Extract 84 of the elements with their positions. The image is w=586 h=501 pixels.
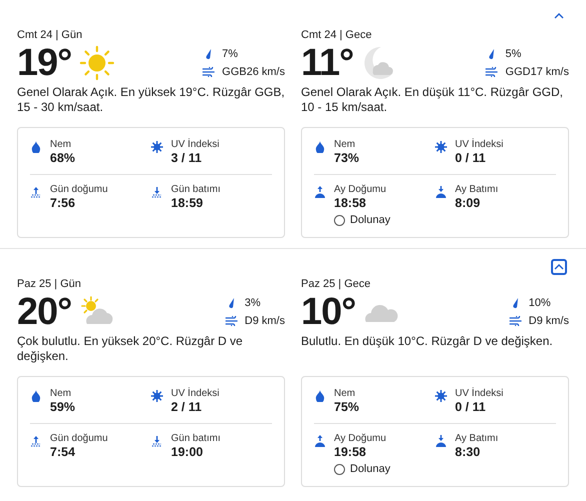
detail-label: Gün batımı	[171, 183, 220, 196]
moon-phase-icon	[334, 464, 345, 474]
sun-icon	[151, 390, 163, 402]
wind-icon	[485, 67, 498, 77]
raindrop-icon	[228, 298, 235, 308]
detail-value: 73%	[334, 151, 360, 166]
forecast-description: Genel Olarak Açık. En yüksek 19°C. Rüzgâr GGB, 15 - 30 km/saat.	[17, 85, 285, 115]
detail-label: Ay Doğumu	[334, 432, 386, 445]
period-heading: Cmt 24 | Gece	[301, 28, 373, 42]
detail-label: Nem	[334, 387, 356, 400]
precipitation-value: 3%	[244, 296, 261, 310]
raindrop-icon	[512, 298, 519, 308]
wind-icon	[508, 316, 522, 326]
period-heading: Paz 25 | Gece	[301, 277, 372, 291]
drop-icon	[315, 390, 325, 402]
detail-value: 8:09	[455, 196, 482, 211]
drop-icon	[315, 141, 325, 153]
detail-value: 59%	[50, 400, 76, 415]
detail-value: 0 / 11	[455, 400, 487, 415]
detail-label: Nem	[50, 387, 72, 400]
wind-value: GGD17 km/s	[505, 66, 569, 78]
detail-label: Ay Batımı	[455, 183, 498, 196]
detail-label: Nem	[50, 138, 72, 151]
detail-value: 19:58	[334, 445, 367, 460]
detail-label: UV İndeksi	[171, 138, 220, 151]
sun-icon	[79, 45, 116, 81]
chevron-up-icon	[554, 264, 564, 270]
detail-label: Ay Batımı	[455, 432, 498, 445]
wind-value: GGB26 km/s	[222, 66, 285, 78]
sun-icon	[435, 141, 447, 153]
detail-label: UV İndeksi	[455, 387, 504, 400]
moonset-icon	[435, 186, 447, 198]
detail-label: Gün doğumu	[50, 183, 108, 196]
forecast-description: Bulutlu. En düşük 10°C. Rüzgâr D ve değişken.	[301, 334, 554, 350]
chevron-up-icon	[554, 13, 564, 19]
moonrise-icon	[314, 435, 326, 447]
drop-icon	[31, 141, 41, 153]
sun-icon	[151, 141, 163, 153]
forecast-description: Genel Olarak Açık. En düşük 11°C. Rüzgâr GGD, 10 - 15 km/saat.	[301, 85, 564, 115]
detail-value: 7:54	[50, 445, 76, 460]
detail-value: 0 / 11	[455, 151, 487, 166]
wind-value: D9 km/s	[528, 314, 569, 328]
sunset-icon	[151, 435, 163, 447]
forecast-description: Çok bulutlu. En yüksek 20°C. Rüzgâr D ve değişken.	[17, 334, 244, 364]
detail-value: 19:00	[171, 445, 204, 460]
period-heading: Cmt 24 | Gün	[17, 28, 84, 42]
detail-label: Nem	[334, 138, 356, 151]
detail-value: 75%	[334, 400, 360, 415]
detail-value: 2 / 11	[171, 400, 203, 415]
detail-value: 68%	[50, 151, 76, 166]
wind-icon	[202, 67, 216, 77]
drop-icon	[31, 390, 41, 402]
sunset-icon	[151, 186, 163, 198]
detail-value: 18:58	[334, 196, 367, 211]
detail-label: Ay Doğumu	[334, 183, 386, 196]
moon-phase: Dolunay	[350, 462, 390, 476]
raindrop-icon	[205, 48, 212, 60]
temperature: 19°	[17, 43, 72, 83]
detail-label: UV İndeksi	[455, 138, 504, 151]
moon-phase-icon	[334, 214, 345, 226]
detail-value: 7:56	[50, 196, 76, 211]
sunrise-icon	[30, 186, 42, 198]
period-heading: Paz 25 | Gün	[17, 277, 82, 291]
sunrise-icon	[30, 435, 42, 447]
temperature: 11°	[301, 43, 354, 83]
detail-value: 18:59	[171, 196, 204, 211]
raindrop-icon	[488, 48, 496, 60]
sun-icon	[435, 390, 447, 402]
moonset-icon	[435, 435, 447, 447]
wind-icon	[224, 316, 238, 326]
temperature: 20°	[17, 292, 72, 332]
collapse-button[interactable]	[551, 259, 567, 275]
precipitation-value: 5%	[505, 48, 522, 60]
wind-value: D9 km/s	[244, 314, 285, 328]
detail-label: Gün doğumu	[50, 432, 108, 445]
precipitation-value: 10%	[528, 296, 551, 310]
moon-phase: Dolunay	[350, 213, 390, 227]
detail-value: 3 / 11	[171, 151, 203, 166]
precipitation-value: 7%	[222, 48, 238, 60]
detail-label: UV İndeksi	[171, 387, 220, 400]
detail-label: Gün batımı	[171, 432, 220, 445]
detail-value: 8:30	[455, 445, 482, 460]
temperature: 10°	[301, 292, 356, 332]
moonrise-icon	[314, 186, 326, 198]
